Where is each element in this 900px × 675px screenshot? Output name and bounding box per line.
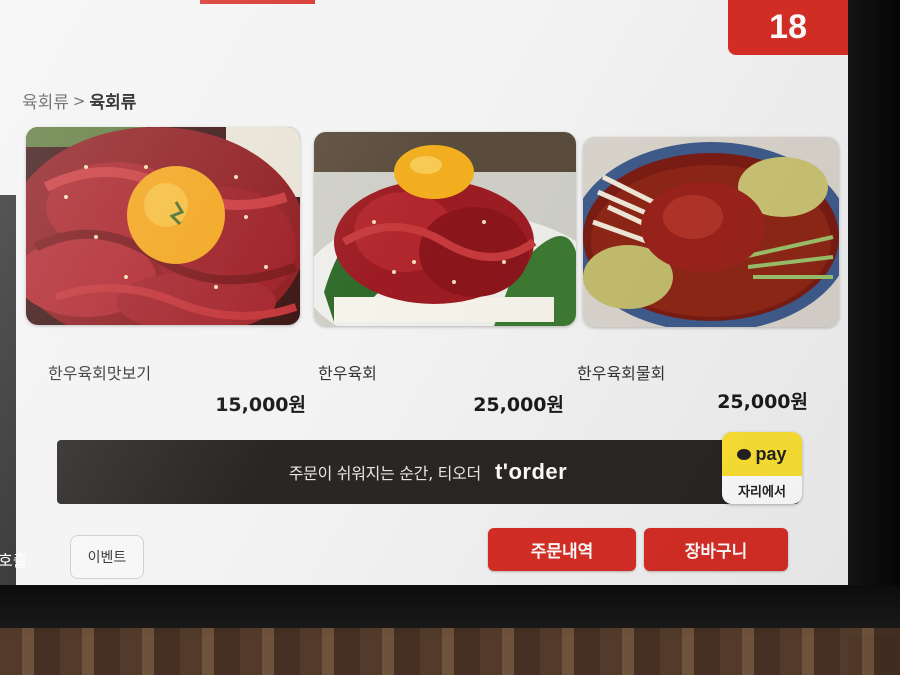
event-button[interactable]: 이벤트 [70, 535, 144, 579]
yukhoe-photo [314, 132, 576, 326]
menu-item-name-2[interactable]: 한우육회 [318, 360, 377, 384]
breadcrumb-parent[interactable]: 육회류 [22, 88, 69, 113]
pay-sub-label: 자리에서 [738, 484, 786, 500]
kiosk-screen: 18 호출 육회류 > 육회류 한우육회맛보기 15,000원 한우육회 25,… [0, 0, 848, 585]
call-staff-label[interactable]: 호출 [0, 547, 27, 571]
pay-label: pay [755, 443, 787, 464]
promo-banner[interactable]: 주문이 쉬워지는 순간, 티오더 t'order [57, 440, 799, 504]
speech-bubble-icon [737, 448, 752, 460]
side-menu-strip[interactable] [0, 195, 16, 585]
yukhoe-tasting-photo [26, 127, 300, 325]
breadcrumb-separator: > [72, 91, 86, 110]
menu-item-price-2: 25,000원 [473, 394, 564, 416]
menu-item-name-3[interactable]: 한우육회물회 [577, 360, 665, 384]
torder-logo: t'order [494, 459, 568, 484]
menu-item-name-1[interactable]: 한우육회맛보기 [48, 360, 151, 384]
monitor-bezel-right [848, 0, 900, 675]
menu-item-price-3: 25,000원 [717, 391, 808, 413]
breadcrumb: 육회류 > 육회류 [22, 88, 137, 114]
menu-item-image-3[interactable] [583, 137, 839, 327]
table-surface [0, 628, 900, 675]
menu-item-price-1: 15,000원 [215, 394, 306, 416]
order-history-button[interactable]: 주문내역 [488, 528, 636, 571]
breadcrumb-current: 육회류 [89, 93, 137, 113]
cart-button[interactable]: 장바구니 [644, 528, 788, 571]
yukhoe-mulhoe-photo [583, 137, 839, 327]
kakao-pay-badge[interactable]: pay 자리에서 [722, 432, 802, 504]
top-accent-line [200, 0, 315, 4]
menu-item-image-2[interactable] [314, 132, 576, 326]
banner-text: 주문이 쉬워지는 순간, 티오더 [288, 464, 481, 483]
pay-badge-top: pay [722, 432, 802, 476]
menu-item-image-1[interactable] [26, 127, 300, 325]
table-number-badge: 18 [728, 0, 848, 55]
